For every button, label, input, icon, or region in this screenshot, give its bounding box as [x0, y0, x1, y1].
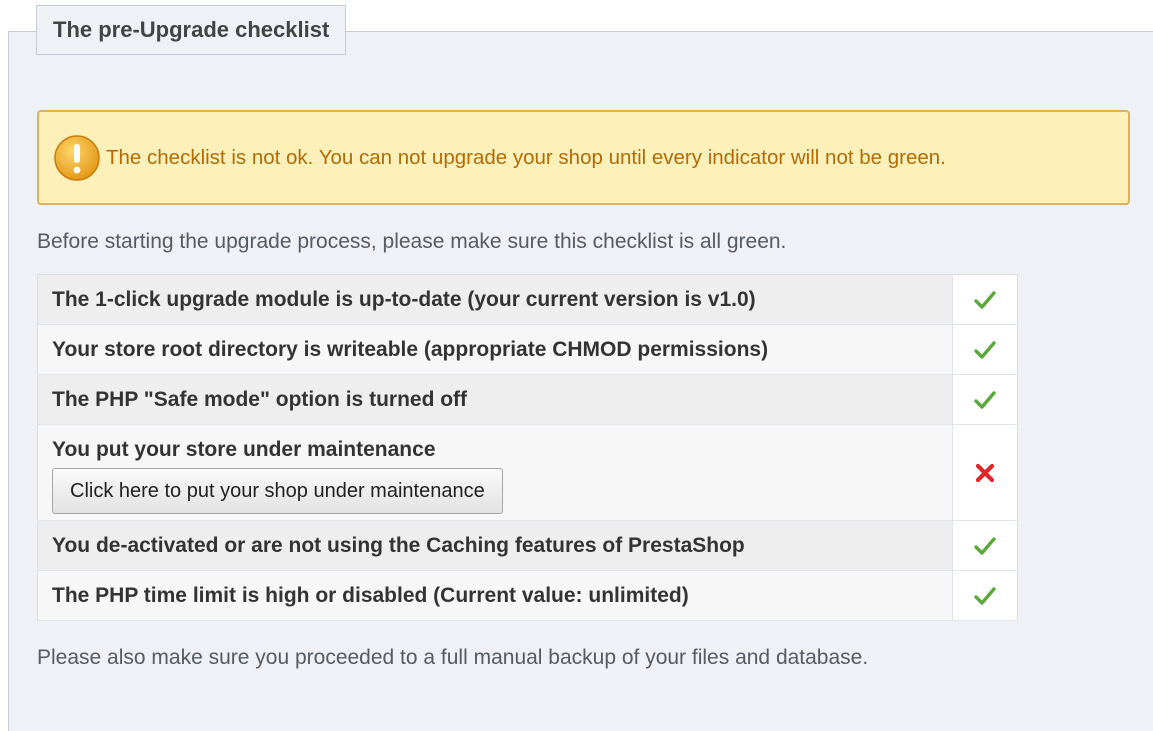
check-icon: [974, 340, 996, 359]
checklist-item-label: The PHP time limit is high or disabled (…: [37, 570, 953, 621]
checklist-item-label: Your store root directory is writeable (…: [37, 324, 953, 375]
status-cell: [952, 520, 1018, 571]
checklist-row: The PHP time limit is high or disabled (…: [37, 570, 1018, 621]
panel-legend: The pre-Upgrade checklist: [36, 5, 347, 55]
check-icon: [974, 290, 996, 309]
intro-text: Before starting the upgrade process, ple…: [37, 230, 787, 253]
check-icon: [974, 586, 996, 605]
status-cell: [952, 374, 1018, 425]
check-icon: [974, 536, 996, 555]
checklist-item-label: You put your store under maintenance Cli…: [37, 424, 953, 521]
checklist-row: Your store root directory is writeable (…: [37, 324, 1018, 375]
status-cell: [952, 424, 1018, 521]
warning-icon: [54, 134, 100, 181]
check-icon: [974, 390, 996, 409]
checklist-row: The 1-click upgrade module is up-to-date…: [37, 274, 1018, 325]
checklist-item-label: The PHP "Safe mode" option is turned off: [37, 374, 953, 425]
checklist-row: You put your store under maintenance Cli…: [37, 424, 1018, 521]
maintenance-label: You put your store under maintenance: [52, 438, 436, 461]
status-cell: [952, 274, 1018, 325]
status-cell: [952, 570, 1018, 621]
checklist-item-label: You de-activated or are not using the Ca…: [37, 520, 953, 571]
checklist-table: The 1-click upgrade module is up-to-date…: [37, 274, 1018, 621]
checklist-row: The PHP "Safe mode" option is turned off: [37, 374, 1018, 425]
warning-text: The checklist is not ok. You can not upg…: [106, 145, 946, 169]
checklist-item-label: The 1-click upgrade module is up-to-date…: [37, 274, 953, 325]
checklist-row: You de-activated or are not using the Ca…: [37, 520, 1018, 571]
backup-note: Please also make sure you proceeded to a…: [37, 646, 869, 669]
warning-box: The checklist is not ok. You can not upg…: [37, 110, 1130, 205]
cross-icon: [975, 463, 995, 482]
maintenance-button[interactable]: Click here to put your shop under mainte…: [52, 468, 503, 514]
status-cell: [952, 324, 1018, 375]
